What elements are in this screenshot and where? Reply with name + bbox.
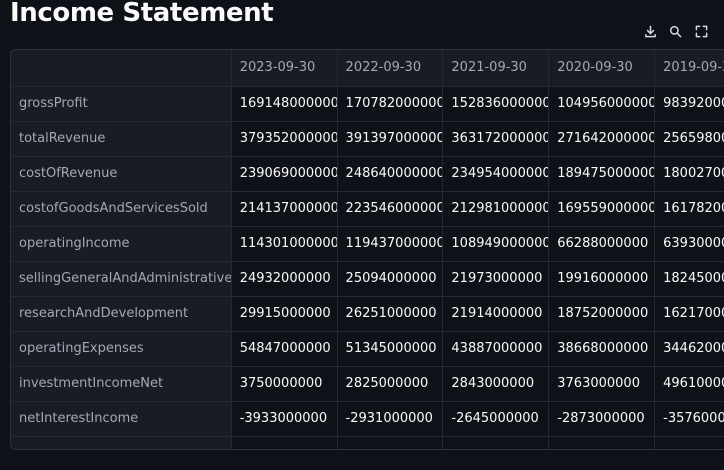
table-cell[interactable]: 25094000000 xyxy=(337,261,444,297)
dataframe-toolbar xyxy=(638,20,714,44)
table-cell[interactable]: 98392000000 xyxy=(654,86,724,122)
row-label[interactable]: investmentIncomeNet xyxy=(11,366,232,402)
table-cell[interactable]: 104956000000 xyxy=(548,86,656,122)
table-cell[interactable]: 189475000000 xyxy=(548,156,656,192)
table-cell[interactable]: 38668000000 xyxy=(548,331,656,367)
column-header[interactable]: 2023-09-30 xyxy=(231,50,338,87)
table-cell[interactable]: 248640000000 xyxy=(337,156,444,192)
table-cell[interactable]: 212981000000 xyxy=(442,191,550,227)
table-cell xyxy=(548,436,656,449)
column-header[interactable]: 2020-09-30 xyxy=(548,50,656,87)
column-header[interactable]: 2021-09-30 xyxy=(442,50,550,87)
table-cell[interactable]: 114301000000 xyxy=(231,226,338,262)
table-row: costofGoodsAndServicesSold 214137000000 … xyxy=(11,191,724,227)
table-cell xyxy=(442,436,550,449)
search-icon xyxy=(669,23,682,42)
table-cell[interactable]: 108949000000 xyxy=(442,226,550,262)
table-cell[interactable]: 26251000000 xyxy=(337,296,444,332)
table-cell[interactable]: 4961000000 xyxy=(654,366,724,402)
table-cell[interactable]: 256598000000 xyxy=(654,121,724,157)
row-label[interactable]: costOfRevenue xyxy=(11,156,232,192)
income-statement-table[interactable]: 2023-09-30 2022-09-30 2021-09-30 2020-09… xyxy=(10,49,724,450)
table-cell[interactable]: 18245000000 xyxy=(654,261,724,297)
table-row: sellingGeneralAndAdministrative 24932000… xyxy=(11,261,724,297)
column-header[interactable]: 2019-09-30 xyxy=(654,50,724,87)
table-row: researchAndDevelopment 29915000000 26251… xyxy=(11,296,724,332)
table-cell[interactable]: 169559000000 xyxy=(548,191,656,227)
table-row: costOfRevenue 239069000000 248640000000 … xyxy=(11,156,724,192)
row-label[interactable]: operatingExpenses xyxy=(11,331,232,367)
row-label[interactable]: researchAndDevelopment xyxy=(11,296,232,332)
row-label[interactable]: operatingIncome xyxy=(11,226,232,262)
row-label[interactable]: sellingGeneralAndAdministrative xyxy=(11,261,232,297)
table-cell[interactable]: 363172000000 xyxy=(442,121,550,157)
table-cell[interactable]: -2931000000 xyxy=(337,401,444,437)
table-cell[interactable]: 169148000000 xyxy=(231,86,338,122)
table-cell[interactable]: 18752000000 xyxy=(548,296,656,332)
table-cell[interactable]: 16217000000 xyxy=(654,296,724,332)
table-row: totalRevenue 379352000000 391397000000 3… xyxy=(11,121,724,157)
column-header[interactable]: 2022-09-30 xyxy=(337,50,444,87)
row-label[interactable]: costofGoodsAndServicesSold xyxy=(11,191,232,227)
table-row: netInterestIncome -3933000000 -293100000… xyxy=(11,401,724,437)
table-cell[interactable]: 152836000000 xyxy=(442,86,550,122)
row-label[interactable]: grossProfit xyxy=(11,86,232,122)
table-cell[interactable]: 234954000000 xyxy=(442,156,550,192)
index-header xyxy=(11,50,232,87)
search-button[interactable] xyxy=(665,21,687,43)
table-row: investmentIncomeNet 3750000000 282500000… xyxy=(11,366,724,402)
fullscreen-icon xyxy=(695,23,708,42)
table-cell[interactable]: -3576000000 xyxy=(654,401,724,437)
table-cell[interactable]: 214137000000 xyxy=(231,191,338,227)
download-button[interactable] xyxy=(640,21,662,43)
table-cell[interactable]: 43887000000 xyxy=(442,331,550,367)
table-row: grossProfit 169148000000 170782000000 15… xyxy=(11,86,724,122)
table-cell[interactable]: 2825000000 xyxy=(337,366,444,402)
table-cell[interactable]: 19916000000 xyxy=(548,261,656,297)
table-row-partial xyxy=(11,436,724,449)
table-cell[interactable]: 391397000000 xyxy=(337,121,444,157)
row-label xyxy=(11,436,232,449)
table-cell[interactable]: 34462000000 xyxy=(654,331,724,367)
download-icon xyxy=(644,23,657,42)
table-cell[interactable]: 63930000000 xyxy=(654,226,724,262)
table-cell[interactable]: 29915000000 xyxy=(231,296,338,332)
table-cell[interactable]: 3763000000 xyxy=(548,366,656,402)
table-cell[interactable]: 24932000000 xyxy=(231,261,338,297)
table-cell[interactable]: 161782000000 xyxy=(654,191,724,227)
fullscreen-button[interactable] xyxy=(690,21,712,43)
table-cell[interactable]: 51345000000 xyxy=(337,331,444,367)
row-label[interactable]: totalRevenue xyxy=(11,121,232,157)
table-cell[interactable]: 170782000000 xyxy=(337,86,444,122)
header-row: 2023-09-30 2022-09-30 2021-09-30 2020-09… xyxy=(11,50,724,87)
row-label[interactable]: netInterestIncome xyxy=(11,401,232,437)
table-cell[interactable]: -2645000000 xyxy=(442,401,550,437)
table-cell[interactable]: 271642000000 xyxy=(548,121,656,157)
table-cell[interactable]: 239069000000 xyxy=(231,156,338,192)
page-title: Income Statement xyxy=(10,0,274,28)
table-cell[interactable]: 66288000000 xyxy=(548,226,656,262)
table-cell[interactable]: -3933000000 xyxy=(231,401,338,437)
table-cell[interactable]: -2873000000 xyxy=(548,401,656,437)
table-cell[interactable]: 3750000000 xyxy=(231,366,338,402)
data-grid: 2023-09-30 2022-09-30 2021-09-30 2020-09… xyxy=(11,50,724,449)
table-cell[interactable]: 21914000000 xyxy=(442,296,550,332)
table-cell[interactable]: 223546000000 xyxy=(337,191,444,227)
table-cell[interactable]: 379352000000 xyxy=(231,121,338,157)
table-cell[interactable]: 180027000000 xyxy=(654,156,724,192)
table-cell[interactable]: 54847000000 xyxy=(231,331,338,367)
table-cell[interactable]: 119437000000 xyxy=(337,226,444,262)
table-cell xyxy=(337,436,444,449)
table-cell xyxy=(654,436,724,449)
table-cell[interactable]: 2843000000 xyxy=(442,366,550,402)
table-row: operatingExpenses 54847000000 5134500000… xyxy=(11,331,724,367)
table-row: operatingIncome 114301000000 11943700000… xyxy=(11,226,724,262)
table-cell xyxy=(231,436,338,449)
table-cell[interactable]: 21973000000 xyxy=(442,261,550,297)
